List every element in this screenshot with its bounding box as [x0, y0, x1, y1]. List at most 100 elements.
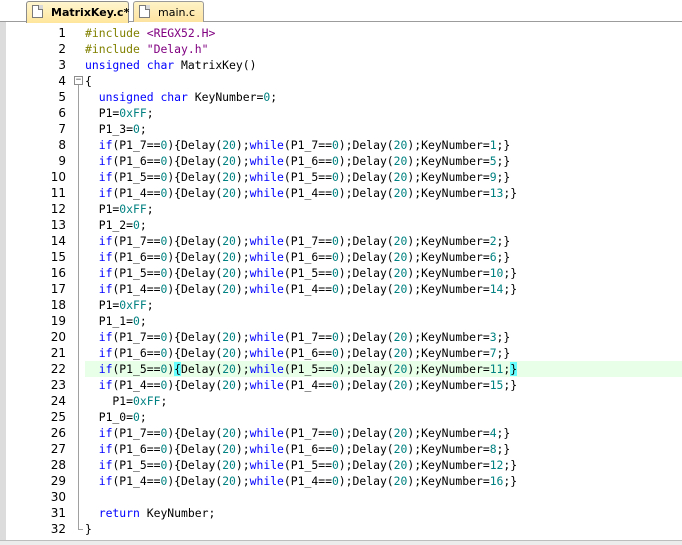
- code-token: if: [98, 266, 113, 280]
- code-text[interactable]: P1=0xFF;: [85, 201, 682, 217]
- code-text[interactable]: P1_0=0;: [85, 409, 682, 425]
- code-text[interactable]: if(P1_7==0){Delay(20);while(P1_7==0);Del…: [85, 425, 682, 441]
- code-text[interactable]: P1_1=0;: [85, 313, 682, 329]
- code-text[interactable]: return KeyNumber;: [85, 505, 682, 521]
- code-token: 20: [393, 378, 408, 392]
- code-editor[interactable]: 1 #include <REGX52.H> 2 #include "Delay.h" 3…: [0, 22, 682, 540]
- code-line[interactable]: 3 unsigned char MatrixKey(): [6, 57, 682, 73]
- code-token: 20: [222, 266, 236, 280]
- code-text[interactable]: if(P1_4==0){Delay(20);while(P1_4==0);Del…: [85, 377, 682, 393]
- code-text[interactable]: P1=0xFF;: [85, 393, 682, 409]
- code-line[interactable]: 19 P1_1=0;: [6, 313, 682, 329]
- code-token: );Delay(: [338, 378, 394, 392]
- code-token: 20: [222, 234, 236, 248]
- code-line[interactable]: 28 if(P1_5==0){Delay(20);while(P1_5==0);…: [6, 457, 682, 473]
- code-text[interactable]: unsigned char KeyNumber=0;: [85, 89, 682, 105]
- code-line[interactable]: 1 #include <REGX52.H>: [6, 25, 682, 41]
- code-line[interactable]: 8 if(P1_7==0){Delay(20);while(P1_7==0);D…: [6, 137, 682, 153]
- code-text[interactable]: #include <REGX52.H>: [85, 25, 682, 41]
- code-text[interactable]: P1=0xFF;: [85, 105, 682, 121]
- code-line[interactable]: 29 if(P1_4==0){Delay(20);while(P1_4==0);…: [6, 473, 682, 489]
- code-line[interactable]: 27 if(P1_6==0){Delay(20);while(P1_6==0);…: [6, 441, 682, 457]
- code-text[interactable]: if(P1_7==0){Delay(20);while(P1_7==0);Del…: [85, 233, 682, 249]
- code-text[interactable]: if(P1_5==0){Delay(20);while(P1_5==0);Del…: [85, 265, 682, 281]
- code-text[interactable]: if(P1_6==0){Delay(20);while(P1_6==0);Del…: [85, 441, 682, 457]
- code-token: (P1_6==: [283, 346, 332, 360]
- fold-guide-line: [74, 105, 84, 121]
- code-token: while: [249, 250, 284, 264]
- code-text[interactable]: if(P1_4==0){Delay(20);while(P1_4==0);Del…: [85, 473, 682, 489]
- code-text[interactable]: #include "Delay.h": [85, 41, 682, 57]
- code-line[interactable]: 17 if(P1_4==0){Delay(20);while(P1_4==0);…: [6, 281, 682, 297]
- code-text[interactable]: if(P1_4==0){Delay(20);while(P1_4==0);Del…: [85, 281, 682, 297]
- code-line[interactable]: 9 if(P1_6==0){Delay(20);while(P1_6==0);D…: [6, 153, 682, 169]
- code-line[interactable]: 6 P1=0xFF;: [6, 105, 682, 121]
- code-text[interactable]: if(P1_7==0){Delay(20);while(P1_7==0);Del…: [85, 329, 682, 345]
- code-token: );KeyNumber=: [407, 234, 490, 248]
- code-line[interactable]: 24 P1=0xFF;: [6, 393, 682, 409]
- tab-matrixkey-c[interactable]: MatrixKey.c*: [26, 1, 129, 23]
- code-line[interactable]: 25 P1_0=0;: [6, 409, 682, 425]
- fold-minus-icon[interactable]: −: [74, 73, 84, 89]
- code-token: 0: [133, 410, 140, 424]
- code-text[interactable]: if(P1_4==0){Delay(20);while(P1_4==0);Del…: [85, 185, 682, 201]
- code-token: P1=: [85, 298, 120, 312]
- code-line[interactable]: 12 P1=0xFF;: [6, 201, 682, 217]
- code-text[interactable]: if(P1_5==0){Delay(20);while(P1_5==0);Del…: [85, 361, 682, 377]
- code-text[interactable]: P1=0xFF;: [85, 297, 682, 313]
- code-token: ;}: [503, 458, 518, 472]
- code-line[interactable]: 32}: [6, 521, 682, 537]
- code-line[interactable]: 20 if(P1_7==0){Delay(20);while(P1_7==0);…: [6, 329, 682, 345]
- document-icon: [32, 5, 43, 18]
- code-text[interactable]: unsigned char MatrixKey(): [85, 57, 682, 73]
- code-text[interactable]: P1_3=0;: [85, 121, 682, 137]
- code-line[interactable]: 23 if(P1_4==0){Delay(20);while(P1_4==0);…: [6, 377, 682, 393]
- code-token: ){Delay(: [167, 282, 223, 296]
- line-number: 23: [50, 378, 66, 392]
- code-token: while: [249, 138, 284, 152]
- code-line[interactable]: 5 unsigned char KeyNumber=0;: [6, 89, 682, 105]
- code-text[interactable]: if(P1_6==0){Delay(20);while(P1_6==0);Del…: [85, 345, 682, 361]
- code-text[interactable]: if(P1_6==0){Delay(20);while(P1_6==0);Del…: [85, 153, 682, 169]
- code-text[interactable]: if(P1_5==0){Delay(20);while(P1_5==0);Del…: [85, 457, 682, 473]
- code-line[interactable]: 31 return KeyNumber;: [6, 505, 682, 521]
- code-line[interactable]: 15 if(P1_6==0){Delay(20);while(P1_6==0);…: [6, 249, 682, 265]
- code-line[interactable]: 11 if(P1_4==0){Delay(20);while(P1_4==0);…: [6, 185, 682, 201]
- code-line[interactable]: 14 if(P1_7==0){Delay(20);while(P1_7==0);…: [6, 233, 682, 249]
- code-line[interactable]: 16 if(P1_5==0){Delay(20);while(P1_5==0);…: [6, 265, 682, 281]
- code-line[interactable]: 21 if(P1_6==0){Delay(20);while(P1_6==0);…: [6, 345, 682, 361]
- code-line[interactable]: 2 #include "Delay.h": [6, 41, 682, 57]
- code-lines[interactable]: 1 #include <REGX52.H> 2 #include "Delay.h" 3…: [6, 25, 682, 537]
- code-text[interactable]: }: [85, 521, 682, 537]
- code-text[interactable]: if(P1_6==0){Delay(20);while(P1_6==0);Del…: [85, 249, 682, 265]
- code-line[interactable]: 30: [6, 489, 682, 505]
- code-line[interactable]: 13 P1_2=0;: [6, 217, 682, 233]
- fold-guide-line: [74, 313, 84, 329]
- code-token: (P1_7==: [112, 426, 161, 440]
- code-token: 0: [331, 458, 339, 472]
- code-token: if: [98, 346, 113, 360]
- code-token: P1_1=: [85, 314, 134, 328]
- fold-guide-line: [74, 233, 84, 249]
- code-text[interactable]: P1_2=0;: [85, 217, 682, 233]
- code-text[interactable]: if(P1_7==0){Delay(20);while(P1_7==0);Del…: [85, 137, 682, 153]
- code-line[interactable]: 7 P1_3=0;: [6, 121, 682, 137]
- code-text[interactable]: {: [85, 73, 682, 89]
- code-line[interactable]: 22 if(P1_5==0){Delay(20);while(P1_5==0);…: [6, 361, 682, 377]
- code-token: ){Delay(: [167, 442, 223, 456]
- code-token: unsigned: [98, 90, 154, 104]
- code-token: char: [160, 90, 188, 104]
- horizontal-scrollbar[interactable]: [0, 540, 682, 545]
- code-line[interactable]: 4−{: [6, 73, 682, 89]
- code-token: (P1_5==: [112, 458, 161, 472]
- code-token: while: [249, 282, 284, 296]
- tab-main-c[interactable]: main.c: [133, 1, 204, 22]
- code-text[interactable]: [85, 489, 682, 505]
- code-text[interactable]: if(P1_5==0){Delay(20);while(P1_5==0);Del…: [85, 169, 682, 185]
- code-line[interactable]: 26 if(P1_7==0){Delay(20);while(P1_7==0);…: [6, 425, 682, 441]
- code-line[interactable]: 10 if(P1_5==0){Delay(20);while(P1_5==0);…: [6, 169, 682, 185]
- code-line[interactable]: 18 P1=0xFF;: [6, 297, 682, 313]
- code-token: 20: [222, 426, 236, 440]
- code-token: while: [249, 234, 284, 248]
